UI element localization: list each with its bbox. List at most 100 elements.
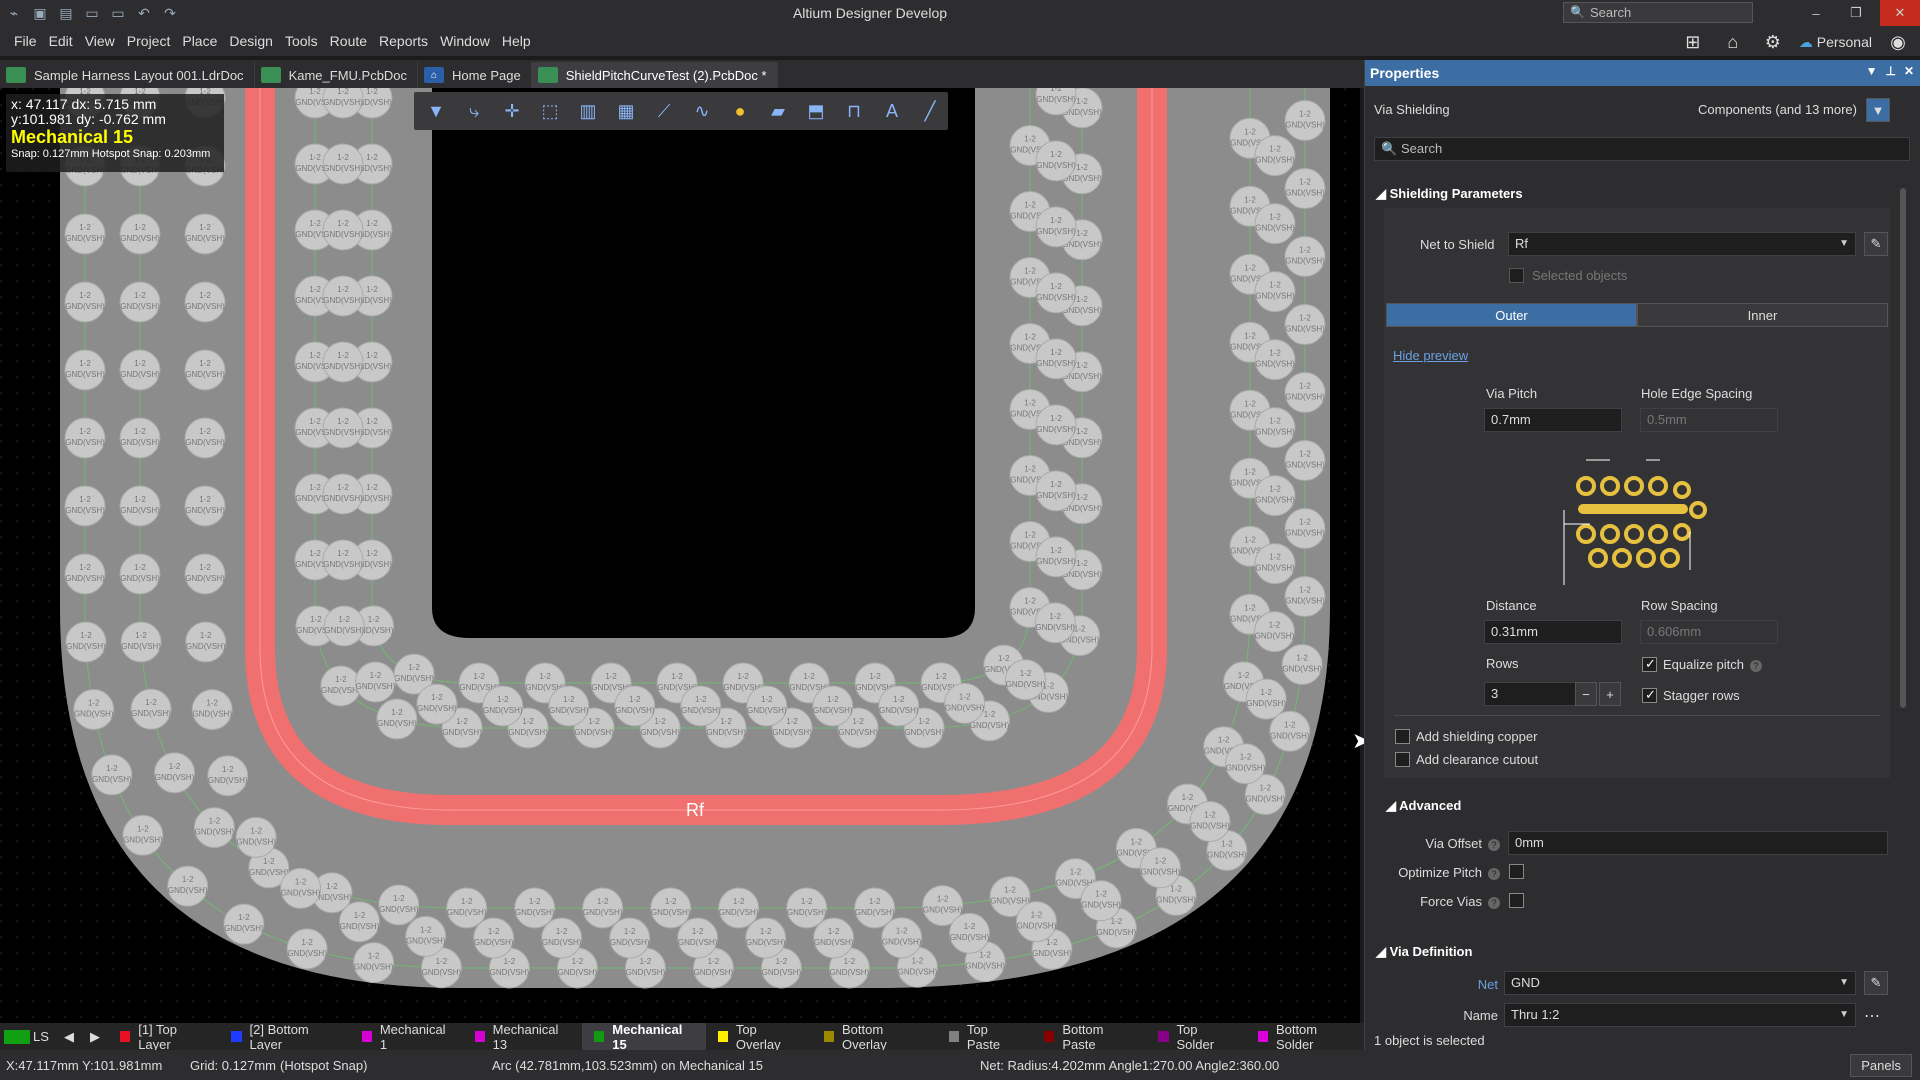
align-icon[interactable]: ▥ bbox=[574, 97, 602, 125]
layer-tab[interactable]: Top Paste bbox=[937, 1022, 1032, 1052]
filter-button[interactable]: ▼ bbox=[1866, 98, 1890, 122]
crosshair-icon[interactable]: ✛ bbox=[498, 97, 526, 125]
layer-tab[interactable]: Bottom Overlay bbox=[812, 1022, 937, 1052]
document-tab[interactable]: Kame_FMU.PcbDoc bbox=[255, 62, 419, 88]
via-layer-label: 1-2 bbox=[1269, 417, 1281, 426]
via-net-label: GND(VSH) bbox=[515, 908, 555, 917]
layer-tab[interactable]: Mechanical 1 bbox=[350, 1022, 463, 1052]
layer-tab[interactable]: Bottom Paste bbox=[1032, 1022, 1146, 1052]
help-icon[interactable]: ? bbox=[1488, 868, 1500, 880]
layer-tab[interactable]: [1] Top Layer bbox=[108, 1022, 219, 1052]
layer-tab[interactable]: Top Overlay bbox=[706, 1022, 812, 1052]
via-definition-section-header[interactable]: ◢ Via Definition bbox=[1376, 944, 1472, 960]
pcb-drawing[interactable]: Rf1-2GND(VSH)1-2GND(VSH)1-2GND(VSH)1-2GN… bbox=[0, 88, 1360, 1023]
cutout-icon[interactable]: ⬒ bbox=[802, 97, 830, 125]
interactive-route-icon[interactable]: ⟋ bbox=[650, 97, 678, 125]
via-pitch-input[interactable]: 0.7mm bbox=[1484, 408, 1622, 432]
more-options-icon[interactable]: ⋯ bbox=[1864, 1006, 1880, 1026]
advanced-section-header[interactable]: ◢ Advanced bbox=[1386, 798, 1461, 814]
outer-toggle[interactable]: Outer bbox=[1386, 303, 1637, 327]
select-rect-icon[interactable]: ⬚ bbox=[536, 97, 564, 125]
add-shielding-copper-checkbox[interactable] bbox=[1395, 729, 1410, 744]
net-to-shield-select[interactable]: Rf ▼ bbox=[1508, 232, 1856, 256]
home-icon[interactable]: ⌂ bbox=[1719, 30, 1747, 54]
via-offset-input[interactable]: 0mm bbox=[1508, 831, 1888, 855]
line-icon[interactable]: ╱ bbox=[916, 97, 944, 125]
help-icon[interactable]: ? bbox=[1488, 897, 1500, 909]
menu-item[interactable]: Design bbox=[223, 33, 279, 49]
menu-item[interactable]: Project bbox=[121, 33, 177, 49]
hide-preview-link[interactable]: Hide preview bbox=[1393, 348, 1468, 363]
shielding-section-header[interactable]: ◢ Shielding Parameters bbox=[1376, 186, 1523, 202]
force-vias-checkbox[interactable] bbox=[1509, 893, 1524, 908]
help-icon[interactable]: ? bbox=[1488, 839, 1500, 851]
pick-net-button[interactable]: ✎ bbox=[1864, 232, 1888, 256]
text-icon[interactable]: A bbox=[878, 97, 906, 125]
component-icon[interactable]: ▦ bbox=[612, 97, 640, 125]
layer-tab[interactable]: Mechanical 15 bbox=[582, 1022, 706, 1052]
optimize-pitch-checkbox[interactable] bbox=[1509, 864, 1524, 879]
equalize-pitch-checkbox[interactable] bbox=[1642, 656, 1657, 672]
help-icon[interactable]: ? bbox=[1749, 660, 1762, 672]
row-spacing-input[interactable]: 0.606mm bbox=[1640, 620, 1778, 644]
scroll-right-icon[interactable]: ▶ bbox=[82, 1029, 108, 1045]
menu-item[interactable]: Route bbox=[324, 33, 373, 49]
panel-close-icon[interactable]: ✕ bbox=[1904, 64, 1914, 78]
gear-icon[interactable]: ⚙ bbox=[1759, 30, 1787, 54]
dimension-icon[interactable]: ⊓ bbox=[840, 97, 868, 125]
stagger-rows-checkbox[interactable] bbox=[1642, 687, 1657, 703]
document-tab[interactable]: ⌂ Home Page bbox=[418, 62, 532, 88]
layer-tab[interactable]: Mechanical 13 bbox=[463, 1022, 583, 1052]
rows-increment-button[interactable]: + bbox=[1599, 682, 1621, 706]
document-tab[interactable]: ShieldPitchCurveTest (2).PcbDoc * bbox=[531, 62, 778, 88]
close-button[interactable]: ✕ bbox=[1880, 0, 1920, 26]
properties-search-input[interactable]: 🔍 Search bbox=[1374, 137, 1910, 161]
pin-icon[interactable]: ⊥ bbox=[1885, 64, 1895, 78]
menu-item[interactable]: Tools bbox=[279, 33, 324, 49]
panels-button[interactable]: Panels bbox=[1850, 1053, 1912, 1077]
distance-input[interactable]: 0.31mm bbox=[1484, 620, 1622, 644]
rows-decrement-button[interactable]: − bbox=[1575, 682, 1597, 706]
via-icon[interactable]: ● bbox=[726, 97, 754, 125]
polygon-icon[interactable]: ▰ bbox=[764, 97, 792, 125]
menu-item[interactable]: File bbox=[8, 33, 43, 49]
panel-menu-icon[interactable]: ▼ bbox=[1866, 64, 1878, 78]
account-button[interactable]: ☁ Personal bbox=[1799, 34, 1872, 51]
via-net-label: GND(VSH) bbox=[950, 933, 990, 942]
route-icon[interactable]: ⤷ bbox=[460, 97, 488, 125]
inner-toggle[interactable]: Inner bbox=[1637, 303, 1888, 327]
via-net-select[interactable]: GND ▼ bbox=[1504, 971, 1856, 995]
layer-set-button[interactable]: LS bbox=[0, 1029, 56, 1044]
properties-scrollbar[interactable] bbox=[1900, 188, 1906, 708]
restore-button[interactable]: ❐ bbox=[1836, 0, 1876, 26]
layer-tab-label: Bottom Solder bbox=[1275, 1021, 1318, 1052]
menu-bar: File Edit View Project Place Design Tools Route… bbox=[0, 26, 1920, 56]
layer-tab[interactable]: Bottom Solder bbox=[1246, 1021, 1364, 1052]
layer-tab[interactable]: Top Solder bbox=[1146, 1022, 1245, 1052]
minimize-button[interactable]: – bbox=[1796, 0, 1836, 26]
layer-tab[interactable]: [2] Bottom Layer bbox=[219, 1022, 349, 1052]
menu-item[interactable]: Reports bbox=[373, 33, 434, 49]
scroll-left-icon[interactable]: ◀ bbox=[56, 1029, 82, 1045]
global-search-input[interactable]: 🔍 Search bbox=[1563, 2, 1753, 23]
pick-via-net-button[interactable]: ✎ bbox=[1864, 971, 1888, 995]
menu-item[interactable]: Help bbox=[496, 33, 537, 49]
notifications-icon[interactable]: ⊞ bbox=[1679, 30, 1707, 54]
user-icon[interactable]: ◉ bbox=[1884, 30, 1912, 54]
pcb-canvas[interactable]: Rf1-2GND(VSH)1-2GND(VSH)1-2GND(VSH)1-2GN… bbox=[0, 88, 1360, 1023]
menu-item[interactable]: Window bbox=[434, 33, 496, 49]
via-layer-label: 1-2 bbox=[1260, 688, 1272, 697]
via-net-label: GND(VSH) bbox=[558, 968, 598, 977]
document-tab[interactable]: Sample Harness Layout 001.LdrDoc bbox=[0, 62, 255, 88]
menu-item[interactable]: View bbox=[79, 33, 121, 49]
length-tune-icon[interactable]: ∿ bbox=[688, 97, 716, 125]
via-name-select[interactable]: Thru 1:2 ▼ bbox=[1504, 1003, 1856, 1027]
filter-icon[interactable]: ▼ bbox=[422, 97, 450, 125]
add-clearance-cutout-checkbox[interactable] bbox=[1395, 752, 1410, 767]
via-net-label: GND(VSH) bbox=[542, 938, 582, 947]
hole-edge-input[interactable]: 0.5mm bbox=[1640, 408, 1778, 432]
rows-input[interactable]: 3 bbox=[1484, 682, 1576, 706]
selected-objects-checkbox[interactable] bbox=[1509, 268, 1524, 283]
menu-item[interactable]: Edit bbox=[43, 33, 79, 49]
menu-item[interactable]: Place bbox=[176, 33, 223, 49]
